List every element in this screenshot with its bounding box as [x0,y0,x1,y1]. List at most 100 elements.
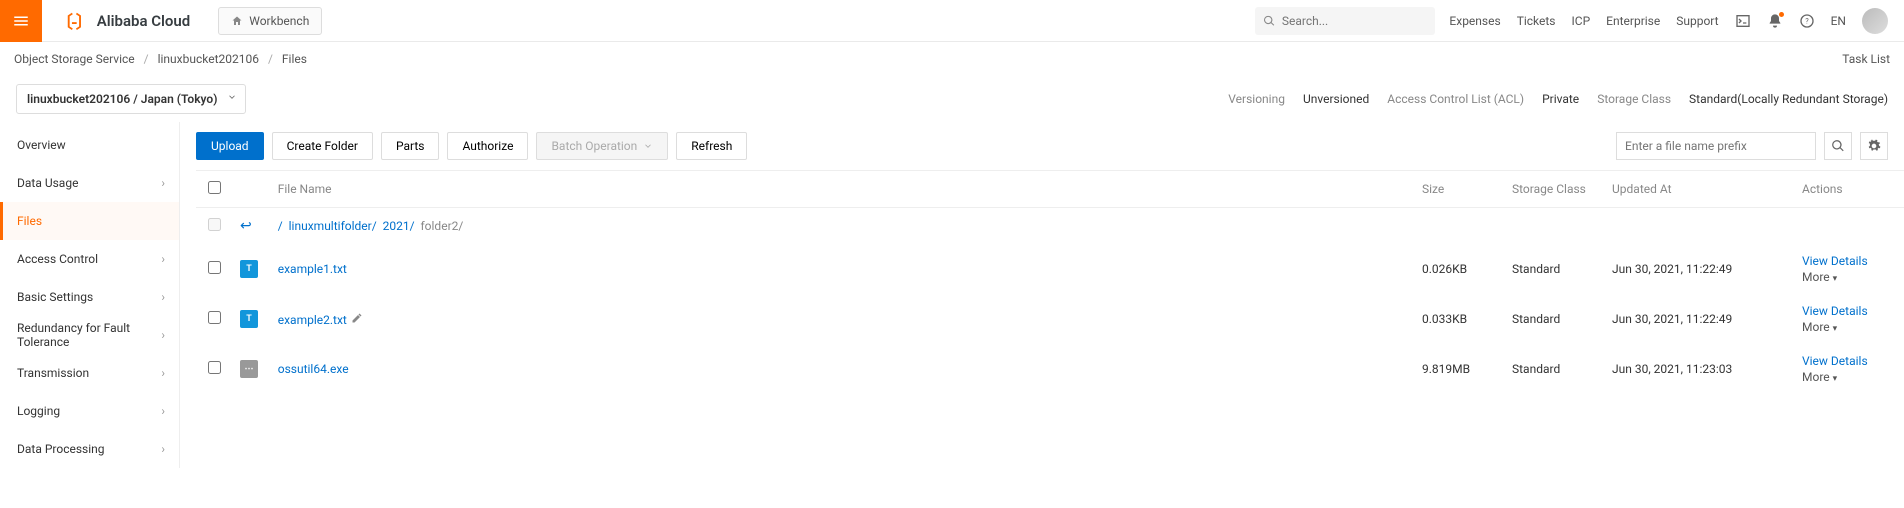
prefix-search-button[interactable] [1824,132,1852,160]
path-seg-2[interactable]: 2021/ [383,219,415,233]
global-search[interactable] [1255,7,1435,35]
svg-text:?: ? [1805,16,1809,25]
sidebar-item-transmission[interactable]: Transmission› [0,354,179,392]
brand-text: Alibaba Cloud [97,12,191,30]
col-actions: Actions [1794,171,1904,208]
workbench-button[interactable]: Workbench [218,7,322,35]
sidebar-item-label: Overview [17,138,66,152]
row-checkbox[interactable] [208,361,221,374]
region-selector[interactable]: linuxbucket202106 / Japan (Tokyo) [16,84,246,114]
path-seg-1[interactable]: linuxmultifolder/ [289,219,377,233]
nav-toggle-button[interactable] [0,0,42,42]
sidebar-item-files[interactable]: Files [0,202,179,240]
help-icon[interactable]: ? [1799,13,1815,29]
file-updated-at: Jun 30, 2021, 11:22:49 [1604,294,1794,344]
col-size: Size [1414,171,1504,208]
home-icon [231,15,243,27]
sidebar-item-label: Data Usage [17,176,78,190]
crumb-bucket[interactable]: linuxbucket202106 [158,52,259,66]
sidebar-item-label: Transmission [17,366,89,380]
file-name-link[interactable]: ossutil64.exe [278,362,349,376]
chevron-right-icon: › [161,252,165,266]
view-details-link[interactable]: View Details [1802,254,1868,268]
top-link-tickets[interactable]: Tickets [1517,14,1556,28]
more-actions-link[interactable]: More ▾ [1802,320,1896,334]
storage-class-value[interactable]: Standard(Locally Redundant Storage) [1689,92,1888,106]
sidebar-item-access-control[interactable]: Access Control› [0,240,179,278]
row-checkbox[interactable] [208,311,221,324]
acl-label: Access Control List (ACL) [1387,92,1524,106]
avatar[interactable] [1862,8,1888,34]
refresh-button[interactable]: Refresh [676,132,747,160]
brand-icon: 〔-〕 [56,8,91,33]
file-size: 0.033KB [1414,294,1504,344]
file-toolbar: Upload Create Folder Parts Authorize Bat… [196,122,1904,170]
crumb-root[interactable]: Object Storage Service [14,52,135,66]
batch-operation-button: Batch Operation [536,132,668,160]
versioning-value[interactable]: Unversioned [1303,92,1369,106]
bell-icon[interactable] [1767,13,1783,29]
storage-class-label: Storage Class [1597,92,1671,106]
file-name-link[interactable]: example1.txt [278,262,347,276]
top-link-expenses[interactable]: Expenses [1449,14,1500,28]
table-row: Texample1.txt0.026KBStandardJun 30, 2021… [196,244,1904,294]
more-actions-link[interactable]: More ▾ [1802,370,1896,384]
view-details-link[interactable]: View Details [1802,304,1868,318]
brand-logo[interactable]: 〔-〕 Alibaba Cloud [42,8,204,33]
col-storage-class: Storage Class [1504,171,1604,208]
search-icon [1263,14,1275,28]
versioning-label: Versioning [1228,92,1285,106]
row-checkbox[interactable] [208,261,221,274]
prefix-filter[interactable] [1616,132,1816,160]
row-checkbox [208,218,221,231]
file-size: 9.819MB [1414,344,1504,394]
table-row: ⋯ossutil64.exe9.819MBStandardJun 30, 202… [196,344,1904,394]
parts-button[interactable]: Parts [381,132,440,160]
authorize-button[interactable]: Authorize [447,132,528,160]
text-file-icon: T [240,310,258,328]
create-folder-button[interactable]: Create Folder [272,132,373,160]
back-icon[interactable]: ↩ [240,218,252,234]
top-links: Expenses Tickets ICP Enterprise Support … [1449,8,1904,34]
top-link-support[interactable]: Support [1676,14,1718,28]
sidebar-item-data-usage[interactable]: Data Usage› [0,164,179,202]
text-file-icon: T [240,260,258,278]
sidebar-item-label: Files [17,214,42,228]
sidebar-item-label: Redundancy for Fault Tolerance [17,321,161,349]
breadcrumb-row: Object Storage Service / linuxbucket2021… [0,42,1904,76]
upload-button[interactable]: Upload [196,132,264,160]
cloudshell-icon[interactable] [1735,13,1751,29]
sidebar-item-overview[interactable]: Overview [0,126,179,164]
top-link-icp[interactable]: ICP [1572,14,1591,28]
lang-switch[interactable]: EN [1831,14,1846,28]
crumb-page: Files [282,52,307,66]
chevron-right-icon: › [161,290,165,304]
chevron-right-icon: › [161,404,165,418]
sidebar-item-data-processing[interactable]: Data Processing› [0,430,179,468]
global-search-input[interactable] [1282,14,1428,28]
table-row: Texample2.txt0.033KBStandardJun 30, 2021… [196,294,1904,344]
more-actions-link[interactable]: More ▾ [1802,270,1896,284]
task-list-link[interactable]: Task List [1842,52,1890,66]
select-all-checkbox[interactable] [208,181,221,194]
sidebar-item-basic-settings[interactable]: Basic Settings› [0,278,179,316]
batch-operation-label: Batch Operation [551,139,637,153]
prefix-filter-input[interactable] [1625,139,1807,153]
table-settings-button[interactable] [1860,132,1888,160]
view-details-link[interactable]: View Details [1802,354,1868,368]
breadcrumb: Object Storage Service / linuxbucket2021… [14,52,307,66]
acl-value[interactable]: Private [1542,92,1579,106]
sidebar-item-logging[interactable]: Logging› [0,392,179,430]
sidebar-item-redundancy-for-fault-tolerance[interactable]: Redundancy for Fault Tolerance› [0,316,179,354]
region-selector-label: linuxbucket202106 / Japan (Tokyo) [27,92,217,106]
file-name-link[interactable]: example2.txt [278,313,347,327]
file-size: 0.026KB [1414,244,1504,294]
workbench-label: Workbench [249,14,309,28]
search-icon [1831,139,1845,153]
edit-icon[interactable] [351,312,363,324]
sidebar-item-label: Data Processing [17,442,105,456]
chevron-right-icon: › [161,328,165,342]
top-link-enterprise[interactable]: Enterprise [1606,14,1660,28]
path-root[interactable]: / [278,219,283,233]
col-filename: File Name [270,171,1414,208]
